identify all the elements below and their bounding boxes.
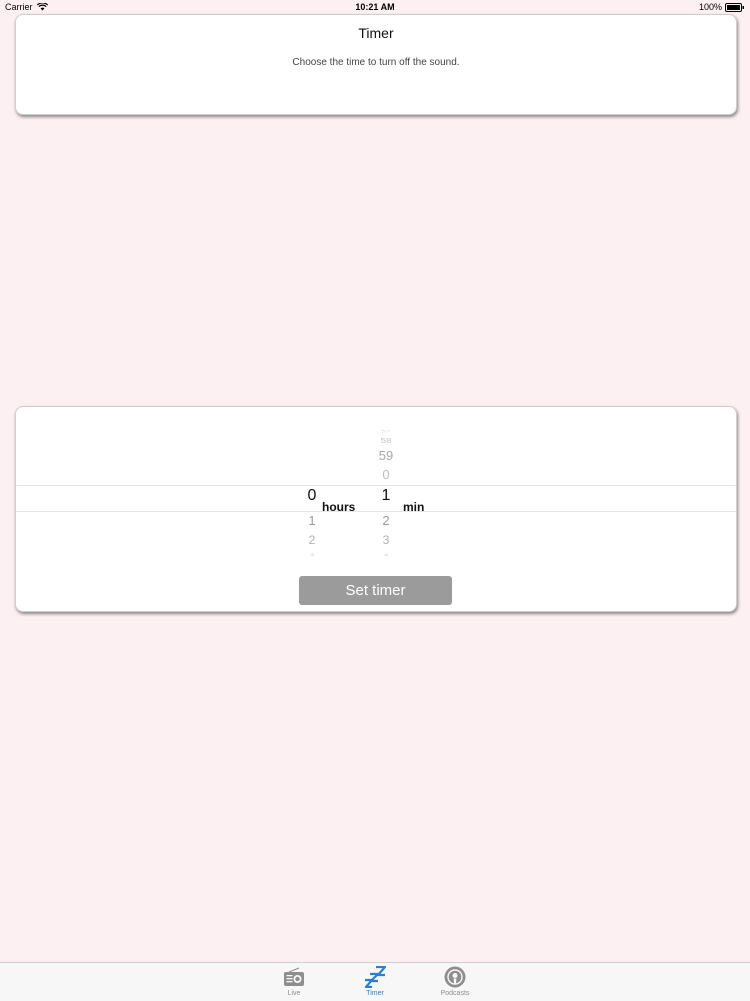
podcast-icon <box>444 966 466 988</box>
timer-picker-card: 0 1 2 3 hours 57 58 59 0 1 2 3 4 min Set… <box>15 406 737 612</box>
status-right: 100% <box>699 0 745 14</box>
hours-option[interactable]: 2 <box>292 533 332 547</box>
minutes-unit-label: min <box>403 500 425 514</box>
minutes-option[interactable]: 59 <box>366 448 406 463</box>
hours-option[interactable]: 3 <box>292 552 332 557</box>
hours-option[interactable]: 1 <box>292 513 332 528</box>
status-time: 10:21 AM <box>355 2 395 12</box>
timer-header-card: Timer Choose the time to turn off the so… <box>15 14 737 115</box>
minutes-option[interactable]: 57 <box>366 429 406 433</box>
minutes-option[interactable]: 3 <box>366 533 406 547</box>
time-picker[interactable]: 0 1 2 3 hours 57 58 59 0 1 2 3 4 min <box>16 421 736 561</box>
hours-unit-label: hours <box>322 500 356 514</box>
tab-bar: Live Timer Podcasts <box>0 962 750 1001</box>
radio-icon <box>283 966 305 988</box>
battery-icon <box>725 2 745 12</box>
tab-label: Timer <box>366 990 384 997</box>
page-title: Timer <box>358 25 394 41</box>
tab-timer[interactable]: Timer <box>345 963 405 1001</box>
status-bar: Carrier 10:21 AM 100% <box>0 0 750 14</box>
tab-label: Podcasts <box>440 990 470 997</box>
sleep-zzz-icon <box>364 965 387 989</box>
minutes-option[interactable]: 0 <box>366 467 406 482</box>
page-subtitle: Choose the time to turn off the sound. <box>292 57 460 68</box>
minutes-wheel[interactable]: 57 58 59 0 1 2 3 4 <box>366 421 406 561</box>
tab-live[interactable]: Live <box>264 963 324 1001</box>
minutes-option[interactable]: 4 <box>366 552 406 557</box>
tab-label: Live <box>287 990 301 997</box>
hours-wheel[interactable]: 0 1 2 3 <box>292 421 332 561</box>
set-timer-button[interactable]: Set timer <box>299 576 452 605</box>
battery-percent: 100% <box>698 2 722 12</box>
tab-podcasts[interactable]: Podcasts <box>425 963 485 1001</box>
minutes-selected-value[interactable]: 1 <box>366 487 406 505</box>
minutes-option[interactable]: 2 <box>366 513 406 528</box>
minutes-option[interactable]: 58 <box>366 438 406 446</box>
